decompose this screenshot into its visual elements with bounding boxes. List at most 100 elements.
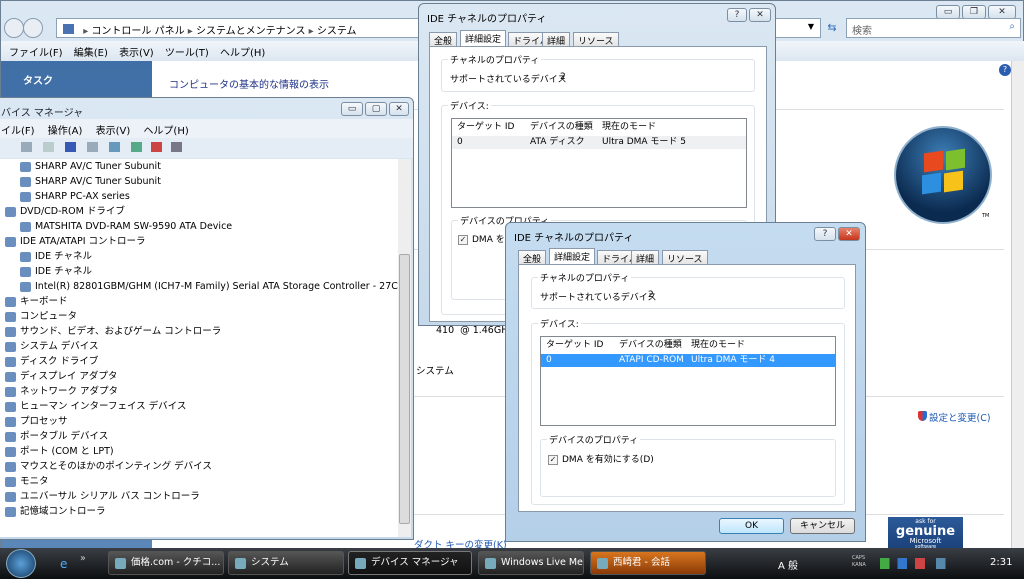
search-input[interactable]: 検索 ⌕	[846, 18, 1021, 38]
tree-item[interactable]: サウンド、ビデオ、およびゲーム コントローラ	[5, 324, 399, 339]
tree-item[interactable]: IDE チャネル	[5, 264, 399, 279]
tab-resources[interactable]: リソース	[662, 250, 708, 265]
tree-item[interactable]: MATSHITA DVD-RAM SW-9590 ATA Device	[5, 219, 399, 234]
tab-advanced[interactable]: 詳細設定	[549, 248, 596, 265]
tab-general[interactable]: 全般	[518, 250, 547, 265]
help-icon[interactable]: ?	[999, 64, 1011, 76]
device-tree[interactable]: SHARP AV/C Tuner Subunit SHARP AV/C Tuner…	[0, 159, 399, 537]
scan-hardware-icon[interactable]	[109, 142, 121, 152]
tree-item[interactable]: ディスク ドライブ	[5, 354, 399, 369]
menu-view[interactable]: 表示(V)	[119, 48, 154, 59]
tree-item[interactable]: モニタ	[5, 474, 399, 489]
menu-help[interactable]: ヘルプ(H)	[220, 48, 265, 59]
taskbar-item-kakaku[interactable]: 価格.com - クチコ...	[108, 551, 224, 575]
tree-item[interactable]: DVD/CD-ROM ドライブ	[5, 204, 399, 219]
tab-details[interactable]: 詳細	[542, 32, 571, 47]
help-button[interactable]: ?	[814, 227, 836, 241]
taskbar-item-conversation[interactable]: 西崎君 - 会話	[590, 551, 706, 575]
dma-checkbox[interactable]: ✓DMA を有効にする(D)	[548, 452, 654, 465]
change-settings-link[interactable]: 設定と変更(C)	[918, 410, 991, 424]
tree-item[interactable]: キーボード	[5, 294, 399, 309]
menu-file[interactable]: ファイル(F)	[9, 48, 63, 59]
cancel-button[interactable]: キャンセル	[790, 518, 855, 534]
menu-edit[interactable]: 編集(E)	[74, 48, 108, 59]
tree-item[interactable]: コンピュータ	[5, 309, 399, 324]
tree-item[interactable]: システム デバイス	[5, 339, 399, 354]
tree-item[interactable]: ネットワーク アダプタ	[5, 384, 399, 399]
clock[interactable]: 2:31	[990, 557, 1012, 568]
close-button[interactable]: ✕	[389, 102, 409, 116]
forward-button[interactable]	[23, 18, 43, 38]
list-header: ターゲット ID デバイスの種類 現在のモード	[457, 122, 657, 132]
tab-advanced[interactable]: 詳細設定	[460, 30, 507, 47]
close-button[interactable]: ✕	[749, 8, 771, 22]
device-icon	[20, 266, 31, 277]
tree-item[interactable]: IDE チャネル	[5, 249, 399, 264]
tree-item[interactable]: SHARP AV/C Tuner Subunit	[5, 174, 399, 189]
taskbar-item-device-manager[interactable]: デバイス マネージャ	[348, 551, 472, 575]
device-icon	[20, 251, 31, 262]
tree-item[interactable]: ヒューマン インターフェイス デバイス	[5, 399, 399, 414]
help-button[interactable]: ?	[727, 8, 747, 22]
supported-devices-value: 2	[560, 72, 566, 82]
channel-properties-group: チャネルのプロパティ サポートされているデバイス 2	[441, 53, 755, 92]
content-scrollbar[interactable]	[1011, 61, 1024, 549]
table-row-selected[interactable]: 0 ATAPI CD-ROM Ultra DMA モード 4	[541, 354, 835, 367]
minimize-button[interactable]: ▭	[936, 5, 960, 19]
breadcrumb-system-maintenance[interactable]: システムとメンテナンス	[196, 26, 306, 37]
tree-item[interactable]: ポータブル デバイス	[5, 429, 399, 444]
disable-icon[interactable]	[171, 142, 183, 152]
tab-details[interactable]: 詳細	[631, 250, 660, 265]
ok-button[interactable]: OK	[719, 518, 784, 534]
page-heading: コンピュータの基本的な情報の表示	[169, 80, 329, 91]
tree-item[interactable]: ユニバーサル シリアル バス コントローラ	[5, 489, 399, 504]
breadcrumb-system[interactable]: システム	[317, 26, 357, 37]
details-icon[interactable]	[43, 142, 55, 152]
device-list[interactable]: ターゲット ID デバイスの種類 現在のモード 0 ATA ディスク Ultra DMA…	[451, 118, 747, 208]
ie-quicklaunch-icon[interactable]: e	[60, 557, 67, 571]
close-button[interactable]: ✕	[838, 227, 860, 241]
tree-item[interactable]: SHARP AV/C Tuner Subunit	[5, 159, 399, 174]
menu-help[interactable]: ヘルプ(H)	[143, 126, 188, 137]
menu-tools[interactable]: ツール(T)	[165, 48, 209, 59]
tree-item[interactable]: SHARP PC-AX series	[5, 189, 399, 204]
menu-view[interactable]: 表示(V)	[96, 126, 131, 137]
tree-item[interactable]: IDE ATA/ATAPI コントローラ	[5, 234, 399, 249]
chevron-down-icon[interactable]: ▼	[808, 22, 814, 31]
help-icon[interactable]	[65, 142, 77, 152]
tree-item[interactable]: 記憶域コントローラ	[5, 504, 399, 519]
uninstall-icon[interactable]	[151, 142, 163, 152]
maximize-button[interactable]: ▢	[365, 102, 387, 116]
restore-button[interactable]: ❐	[962, 5, 986, 19]
start-button[interactable]	[6, 549, 36, 578]
view-icon[interactable]	[87, 142, 99, 152]
close-button[interactable]: ✕	[988, 5, 1016, 19]
taskbar-item-system[interactable]: システム	[228, 551, 344, 575]
back-button[interactable]	[4, 18, 24, 38]
tab-general[interactable]: 全般	[429, 32, 458, 47]
tree-item[interactable]: マウスとそのほかのポインティング デバイス	[5, 459, 399, 474]
refresh-icon[interactable]: ⇆	[823, 18, 841, 38]
device-icon	[20, 161, 31, 172]
properties-icon[interactable]	[21, 142, 32, 152]
tree-item[interactable]: Intel(R) 82801GBM/GHM (ICH7-M Family) Se…	[5, 279, 399, 294]
ime-indicator[interactable]: A 般	[778, 557, 798, 572]
tray-icons[interactable]	[880, 558, 960, 569]
tab-resources[interactable]: リソース	[573, 32, 619, 47]
breadcrumb-control-panel[interactable]: コントロール パネル	[91, 26, 184, 37]
update-driver-icon[interactable]	[131, 142, 143, 152]
taskbar-item-windows-live[interactable]: Windows Live Me...	[478, 551, 584, 575]
menu-file[interactable]: イル(F)	[1, 126, 35, 137]
table-row[interactable]: 0 ATA ディスク Ultra DMA モード 5	[452, 136, 746, 149]
device-icon	[5, 431, 16, 442]
dialog-title: IDE チャネルのプロパティ	[427, 14, 547, 25]
tree-scrollbar[interactable]	[398, 159, 411, 537]
tree-item[interactable]: ディスプレイ アダプタ	[5, 369, 399, 384]
tree-item[interactable]: ポート (COM と LPT)	[5, 444, 399, 459]
minimize-button[interactable]: ▭	[341, 102, 363, 116]
menu-action[interactable]: 操作(A)	[48, 126, 83, 137]
tree-item[interactable]: プロセッサ	[5, 414, 399, 429]
device-icon	[5, 356, 16, 367]
device-manager-window: バイス マネージャ ▭ ▢ ✕ イル(F) 操作(A) 表示(V) ヘルプ(H)…	[0, 97, 414, 540]
device-list[interactable]: ターゲット ID デバイスの種類 現在のモード 0 ATAPI CD-ROM Ultra…	[540, 336, 836, 426]
